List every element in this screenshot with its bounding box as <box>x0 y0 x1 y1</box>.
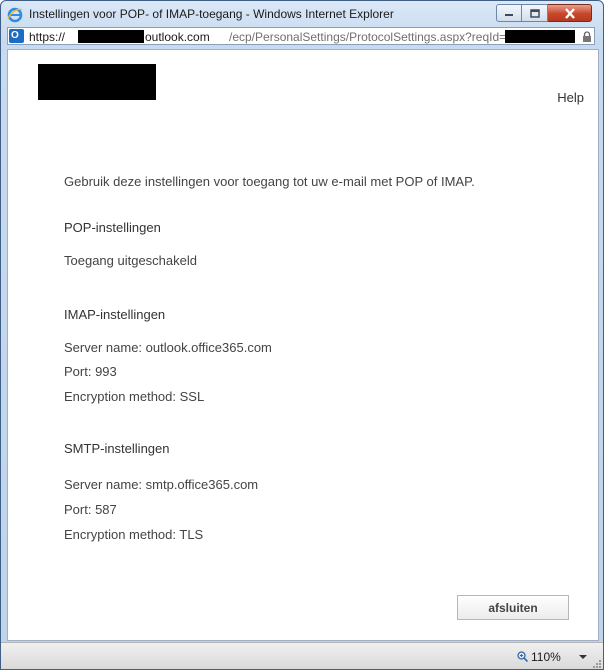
window-title: Instellingen voor POP- of IMAP-toegang -… <box>29 7 394 21</box>
resize-grip-icon[interactable] <box>593 660 601 668</box>
lock-icon[interactable] <box>582 31 592 42</box>
zoom-control[interactable]: 110% <box>517 650 561 664</box>
smtp-server: Server name: smtp.office365.com <box>64 477 259 492</box>
title-bar[interactable]: Instellingen voor POP- of IMAP-toegang -… <box>1 1 603 27</box>
internet-explorer-icon <box>7 7 23 23</box>
smtp-port: Port: 587 <box>64 502 117 517</box>
dialog-content: Help Gebruik deze instellingen voor toeg… <box>7 49 599 641</box>
smtp-heading: SMTP-instellingen <box>64 441 170 456</box>
maximize-button[interactable] <box>522 4 548 22</box>
help-link[interactable]: Help <box>557 90 584 105</box>
pop-heading: POP-instellingen <box>64 220 161 235</box>
intro-text: Gebruik deze instellingen voor toegang t… <box>64 174 475 189</box>
pop-status: Toegang uitgeschakeld <box>64 253 197 268</box>
url-domain: outlook.com <box>145 30 210 44</box>
url-scheme: https:// <box>29 30 66 44</box>
magnifier-icon <box>517 651 528 662</box>
url-path: /ecp/PersonalSettings/ProtocolSettings.a… <box>229 30 507 44</box>
address-bar[interactable]: O https:// outlook.com /ecp/PersonalSett… <box>7 27 595 45</box>
chevron-down-icon[interactable] <box>579 655 587 659</box>
close-button[interactable]: afsluiten <box>457 595 569 620</box>
outlook-favicon-icon: O <box>9 29 24 43</box>
close-window-button[interactable] <box>548 4 592 22</box>
minimize-icon <box>505 14 513 16</box>
redacted-logo <box>38 64 156 100</box>
imap-heading: IMAP-instellingen <box>64 307 166 322</box>
maximize-icon <box>529 8 540 18</box>
imap-encryption: Encryption method: SSL <box>64 389 205 404</box>
zoom-level: 110% <box>531 650 561 664</box>
imap-server: Server name: outlook.office365.com <box>64 340 272 355</box>
redacted-request-id <box>505 30 575 43</box>
browser-window: Instellingen voor POP- of IMAP-toegang -… <box>0 0 604 670</box>
smtp-encryption: Encryption method: TLS <box>64 527 204 542</box>
imap-port: Port: 993 <box>64 364 117 379</box>
close-icon <box>564 7 575 19</box>
minimize-button[interactable] <box>496 4 522 22</box>
redacted-url-part <box>78 30 144 43</box>
status-bar: 110% <box>1 642 603 669</box>
